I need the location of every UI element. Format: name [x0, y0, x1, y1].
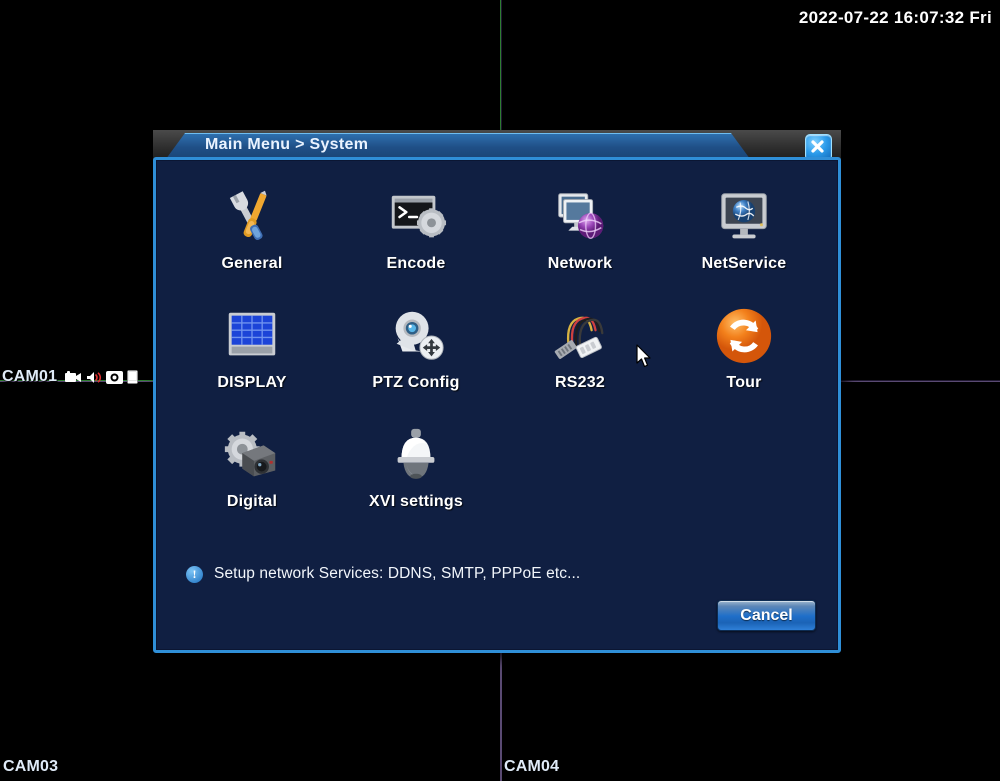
hint-row: ! Setup network Services: DDNS, SMTP, PP…: [186, 565, 580, 583]
channel-name-text: CAM01: [2, 368, 58, 385]
menu-label: RS232: [555, 374, 605, 391]
record-circle-icon: [106, 370, 124, 384]
menu-item-ptz-config[interactable]: PTZ Config: [334, 299, 498, 392]
video-camera-icon: [65, 370, 82, 382]
dialog-body: General Encode Network NetService DISPLA…: [153, 157, 841, 653]
channel-label-cam04: CAM04: [504, 758, 560, 775]
info-exclamation-icon: !: [186, 565, 203, 583]
menu-label: Network: [547, 255, 613, 272]
channel-status-icons: [65, 370, 139, 384]
system-menu-dialog: Main Menu > System General Encode Networ…: [153, 130, 841, 653]
close-icon: [811, 140, 824, 153]
serial-cable-icon: [554, 316, 604, 359]
menu-icon-grid: General Encode Network NetService DISPLA…: [170, 180, 826, 511]
terminal-gear-icon: [391, 195, 447, 238]
menu-item-xvi-settings[interactable]: XVI settings: [334, 418, 498, 511]
channel-label-cam01: CAM01: [2, 368, 139, 386]
hint-text: Setup network Services: DDNS, SMTP, PPPo…: [214, 565, 581, 582]
menu-item-rs232[interactable]: RS232: [498, 299, 662, 392]
monitor-globe-icon: [721, 193, 767, 239]
wrench-screwdriver-icon: [229, 190, 267, 240]
menu-label: Encode: [386, 255, 446, 272]
cancel-button[interactable]: Cancel: [717, 600, 816, 631]
audio-speaker-icon: [87, 371, 102, 383]
refresh-cycle-icon: [716, 308, 772, 364]
menu-label: Tour: [726, 374, 762, 391]
dome-camera-move-icon: [395, 311, 444, 360]
dome-camera-icon: [397, 428, 435, 479]
menu-item-tour[interactable]: Tour: [662, 299, 826, 392]
document-icon: [127, 370, 139, 384]
menu-label: NetService: [701, 255, 787, 272]
dialog-title: Main Menu > System: [205, 136, 369, 153]
menu-item-network[interactable]: Network: [498, 180, 662, 273]
menu-label: General: [221, 255, 283, 272]
menu-item-encode[interactable]: Encode: [334, 180, 498, 273]
menu-item-general[interactable]: General: [170, 180, 334, 273]
menu-label: Digital: [226, 493, 278, 510]
channel-label-cam03: CAM03: [3, 758, 59, 775]
cancel-label: Cancel: [740, 606, 793, 624]
menu-item-digital[interactable]: Digital: [170, 418, 334, 511]
menu-label: XVI settings: [369, 493, 463, 510]
menu-label: DISPLAY: [217, 374, 287, 391]
grid-screen-icon: [228, 312, 276, 356]
gear-camera-icon: [224, 431, 276, 477]
monitors-globe-icon: [558, 193, 604, 239]
timestamp: 2022-07-22 16:07:32 Fri: [798, 8, 992, 27]
menu-item-netservice[interactable]: NetService: [662, 180, 826, 273]
menu-label: PTZ Config: [372, 374, 460, 391]
menu-item-display[interactable]: DISPLAY: [170, 299, 334, 392]
